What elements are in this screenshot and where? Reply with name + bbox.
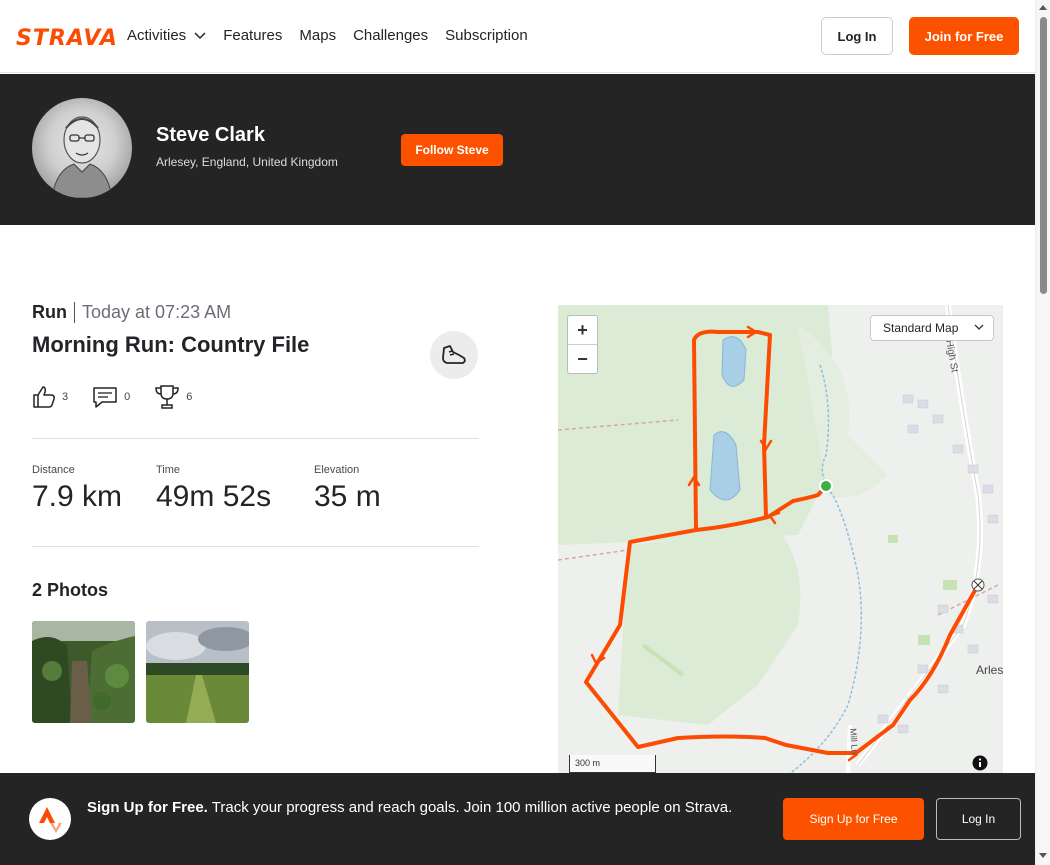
athlete-name[interactable]: Steve Clark: [156, 124, 265, 147]
signup-body: Track your progress and reach goals. Joi…: [211, 799, 733, 816]
banner-login-button[interactable]: Log In: [936, 798, 1021, 840]
signup-headline: Sign Up for Free.: [87, 799, 208, 816]
stat-value: 7.9 km: [32, 480, 123, 513]
activity-title: Morning Run: Country File: [32, 332, 310, 357]
stat-value: 49m 52s: [156, 480, 272, 513]
thumbs-up-icon: [33, 386, 55, 408]
divider: [32, 546, 479, 547]
nav-links: Activities Features Maps Challenges Subs…: [127, 26, 545, 46]
info-icon[interactable]: [972, 755, 988, 771]
photo-thumbnail[interactable]: [32, 621, 135, 723]
activity-date: Today at 07:23 AM: [82, 302, 232, 322]
stat-elevation: Elevation 35 m: [314, 464, 381, 514]
strava-badge: [29, 798, 71, 840]
scroll-down-arrow-icon[interactable]: [1039, 853, 1047, 858]
nav-activities[interactable]: Activities: [127, 26, 206, 46]
map-style-select[interactable]: Standard Map: [870, 315, 994, 341]
nav-features[interactable]: Features: [223, 26, 282, 46]
page-scrollbar[interactable]: [1035, 0, 1050, 865]
route-map[interactable]: High St Arles Mill Ln + − Standard Map 3…: [558, 305, 1003, 775]
strava-chevron-logo-icon: [39, 807, 62, 833]
stat-distance: Distance 7.9 km: [32, 464, 122, 514]
zoom-out-button[interactable]: −: [568, 345, 597, 374]
signup-message: Sign Up for Free. Track your progress an…: [87, 797, 757, 819]
shoe-badge: [430, 331, 478, 379]
route-map-canvas: [558, 305, 1003, 775]
avatar-portrait-icon: [51, 116, 113, 198]
zoom-in-button[interactable]: +: [568, 316, 597, 345]
comment-icon: [93, 387, 117, 408]
login-button[interactable]: Log In: [821, 17, 893, 55]
chevron-down-icon: [974, 324, 984, 330]
athlete-location: Arlesey, England, United Kingdom: [156, 155, 338, 169]
athlete-header: Steve Clark Arlesey, England, United Kin…: [0, 74, 1035, 225]
follow-button[interactable]: Follow Steve: [401, 134, 503, 166]
strava-logo[interactable]: STRAVA: [16, 26, 118, 51]
join-button[interactable]: Join for Free: [909, 17, 1019, 55]
photo-thumbnail[interactable]: [146, 621, 249, 723]
stat-value: 35 m: [314, 480, 381, 513]
kudos-button[interactable]: 3: [32, 385, 68, 409]
map-style-label: Standard Map: [883, 321, 959, 335]
divider: [32, 438, 479, 439]
top-navigation: STRAVA Activities Features Maps Challeng…: [0, 0, 1035, 73]
achievements-button[interactable]: 6: [154, 384, 192, 410]
map-scale: 300 m: [569, 755, 656, 773]
signup-button[interactable]: Sign Up for Free: [783, 798, 924, 840]
nav-activities-label: Activities: [127, 27, 187, 44]
photos-title: 2 Photos: [32, 580, 109, 600]
scroll-thumb[interactable]: [1040, 17, 1047, 294]
stat-label: Distance: [32, 464, 75, 476]
map-label-lane: Mill Ln: [848, 728, 860, 755]
chevron-down-icon: [194, 32, 206, 40]
kudos-count: 3: [62, 391, 69, 403]
stat-label: Elevation: [314, 464, 360, 476]
avatar[interactable]: [32, 98, 132, 198]
nav-challenges[interactable]: Challenges: [353, 26, 428, 46]
activity-header: Run Today at 07:23 AM: [32, 302, 231, 323]
photo-meadow-icon: [146, 621, 249, 723]
nav-maps[interactable]: Maps: [299, 26, 336, 46]
zoom-controls: + −: [567, 315, 598, 374]
nav-subscription[interactable]: Subscription: [445, 26, 528, 46]
stat-label: Time: [156, 464, 181, 476]
shoe-icon: [442, 345, 466, 364]
activity-type: Run: [32, 302, 75, 323]
signup-banner: Sign Up for Free. Track your progress an…: [0, 773, 1035, 865]
scroll-up-arrow-icon[interactable]: [1039, 5, 1047, 10]
comments-count: 0: [124, 391, 131, 403]
comments-button[interactable]: 0: [92, 385, 130, 409]
social-bar: 3 0 6: [32, 384, 216, 410]
achievements-count: 6: [186, 391, 193, 403]
map-label-town: Arles: [976, 663, 1003, 677]
trophy-icon: [155, 385, 180, 409]
stat-time: Time 49m 52s: [156, 464, 271, 514]
photo-hedgerow-path-icon: [32, 621, 135, 723]
